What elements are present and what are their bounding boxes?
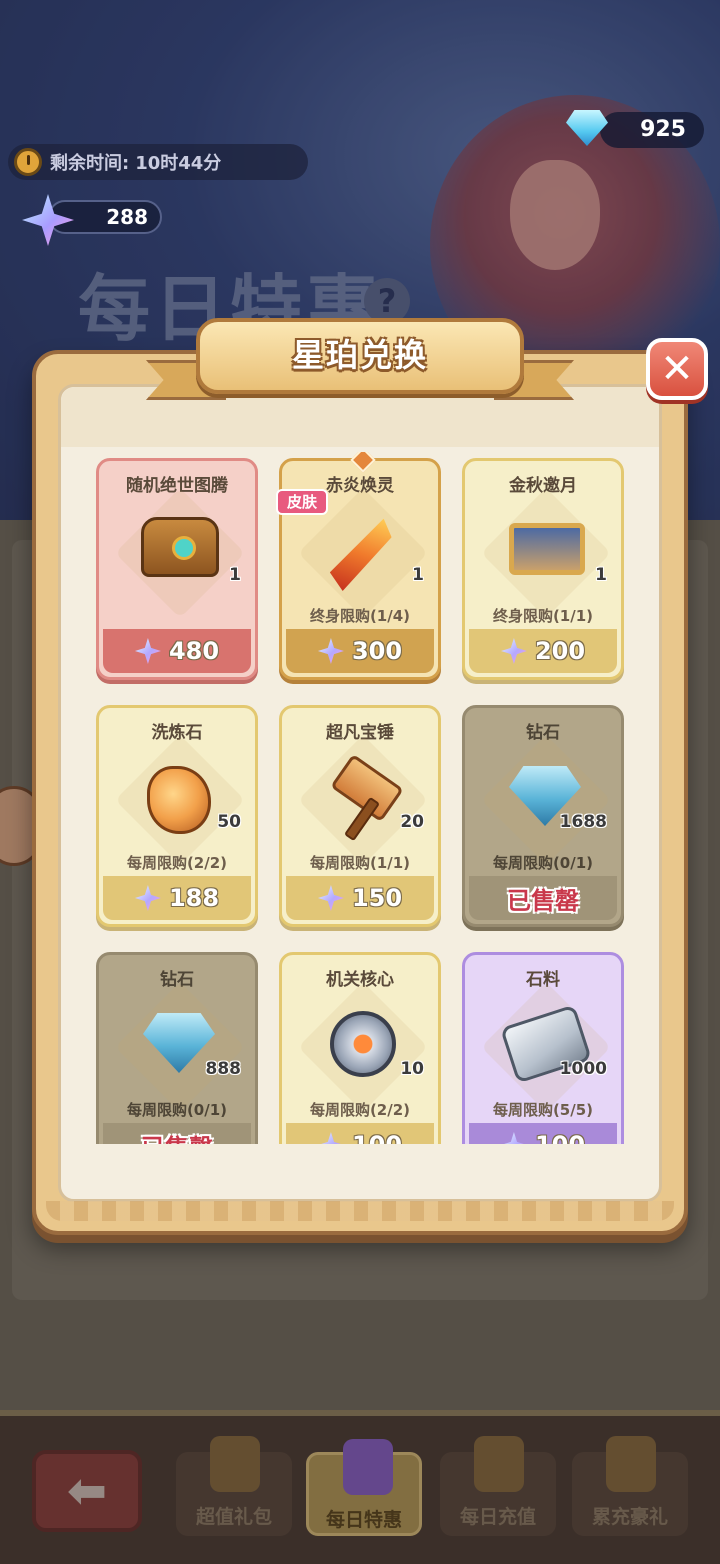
clock-icon: [14, 148, 42, 176]
item-price: 100: [535, 1131, 585, 1144]
sold-out-label: 已售罄: [103, 1123, 251, 1144]
refining-stone-icon: [147, 766, 211, 834]
hammer-icon: [326, 762, 400, 836]
sold-out-text: 已售罄: [141, 1128, 213, 1145]
sold-out-text: 已售罄: [507, 886, 579, 915]
item-card-sold-out: 钻石 888 每周限购(0/1) 已售罄: [96, 952, 258, 1144]
buy-button[interactable]: 200: [469, 629, 617, 673]
star-crystal-icon: [500, 1132, 527, 1144]
item-quantity: 1000: [559, 1059, 607, 1079]
item-card[interactable]: 随机绝世图腾 1 480: [96, 458, 258, 680]
mechanism-core-icon: [330, 1011, 396, 1077]
purchase-limit: 每周限购(2/2): [126, 854, 228, 872]
title-plate: 星珀兑换: [196, 318, 524, 394]
item-card[interactable]: 石料 1000 每周限购(5/5) 100: [462, 952, 624, 1144]
timer-value: 10时44分: [135, 153, 222, 174]
item-quantity: 1688: [559, 812, 607, 832]
star-crystal-icon: [134, 638, 161, 664]
item-price: 300: [351, 637, 403, 665]
diamond-amount: 925: [600, 112, 704, 148]
remaining-time-bar: 剩余时间: 10时44分: [8, 144, 308, 180]
star-crystal-icon: [500, 638, 527, 664]
buy-button[interactable]: 150: [286, 876, 434, 920]
star-crystal-icon: [317, 638, 344, 664]
item-card[interactable]: 洗炼石 50 每周限购(2/2) 188: [96, 705, 258, 927]
treasure-chest-icon: [141, 517, 219, 577]
timer-label: 剩余时间:: [50, 153, 130, 174]
item-card[interactable]: 赤炎焕灵 皮肤 1 终身限购(1/4) 300: [276, 452, 441, 680]
item-quantity: 10: [400, 1059, 424, 1079]
purchase-limit: 每周限购(0/1): [126, 1101, 228, 1119]
item-card[interactable]: 超凡宝锤 20 每周限购(1/1) 150: [279, 705, 441, 927]
purchase-limit: 每周限购(0/1): [492, 854, 594, 872]
item-price: 200: [534, 637, 586, 665]
item-quantity: 50: [217, 812, 241, 832]
star-crystal-icon: [317, 885, 344, 911]
item-price: 100: [352, 1131, 402, 1144]
sold-out-label: 已售罄: [469, 876, 617, 920]
painting-icon: [509, 523, 585, 575]
diamond-currency-counter: 925: [566, 108, 706, 148]
purchase-limit: 每周限购(1/1): [309, 854, 411, 872]
buy-button[interactable]: 188: [103, 876, 251, 920]
star-amount: 288: [48, 200, 162, 234]
star-crystal-icon: [317, 1132, 344, 1144]
close-icon: ✕: [660, 346, 694, 392]
purchase-limit: 终身限购(1/4): [309, 607, 411, 625]
buy-button[interactable]: 100: [286, 1123, 434, 1144]
modal-footer-decoration: [46, 1201, 674, 1221]
item-price: 188: [168, 884, 220, 912]
item-quantity: 1: [229, 565, 241, 585]
close-button[interactable]: ✕: [646, 338, 708, 400]
item-price: 480: [168, 637, 220, 665]
item-grid[interactable]: 随机绝世图腾 1 480 赤炎焕灵 皮肤 1 终身限购(1/4) 300 金秋邀…: [88, 452, 636, 1144]
buy-button[interactable]: 300: [286, 629, 434, 673]
star-crystal-icon: [134, 885, 161, 911]
item-quantity: 20: [400, 812, 424, 832]
buy-button[interactable]: 480: [103, 629, 251, 673]
item-quantity: 888: [205, 1059, 242, 1079]
star-currency-counter: 288: [22, 194, 164, 246]
purchase-limit: 终身限购(1/1): [492, 607, 594, 625]
modal-title-banner: 星珀兑换: [146, 318, 574, 402]
purchase-limit: 每周限购(5/5): [492, 1101, 594, 1119]
purchase-limit: 每周限购(2/2): [309, 1101, 411, 1119]
item-price: 150: [351, 884, 403, 912]
diamond-icon: [566, 110, 608, 146]
item-card[interactable]: 机关核心 10 每周限购(2/2) 100: [279, 952, 441, 1144]
skin-badge: 皮肤: [276, 489, 328, 515]
buy-button[interactable]: 100: [469, 1123, 617, 1144]
item-card[interactable]: 金秋邀月 1 终身限购(1/1) 200: [462, 458, 624, 680]
gem-ornament-icon: [350, 452, 376, 473]
item-quantity: 1: [412, 565, 424, 585]
item-card-sold-out: 钻石 1688 每周限购(0/1) 已售罄: [462, 705, 624, 927]
item-quantity: 1: [595, 565, 607, 585]
modal-title: 星珀兑换: [291, 336, 428, 374]
